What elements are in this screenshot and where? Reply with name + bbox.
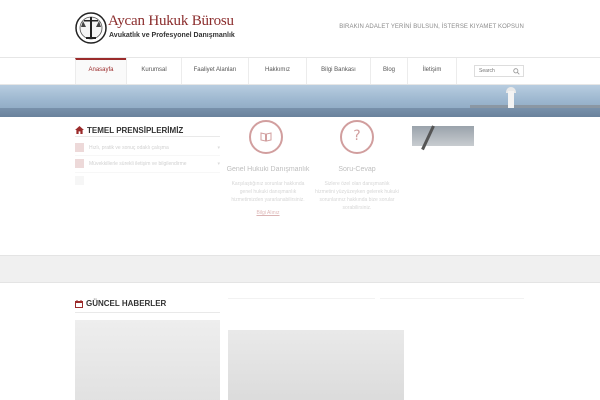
site-logo[interactable]: Aycan Hukuk Bürosu Avukatlık ve Profesyo… bbox=[75, 10, 235, 46]
news-divider bbox=[75, 312, 220, 313]
accordion-divider bbox=[75, 172, 220, 173]
nav-item-bilgi-bankasi[interactable]: Bilgi Bankası bbox=[306, 58, 370, 84]
accordion-toggle-icon bbox=[75, 159, 84, 168]
banner-water bbox=[0, 108, 600, 117]
feature-icon-circle bbox=[249, 120, 283, 154]
news-title-text: GÜNCEL HABERLER bbox=[86, 299, 167, 308]
news-column-divider bbox=[228, 298, 375, 299]
feature-title: Soru-Cevap bbox=[338, 166, 376, 173]
feature-description: Sizlere özel olan danışmanlık hizmetini … bbox=[315, 181, 399, 211]
nav-item-iletisim[interactable]: İletişim bbox=[407, 58, 457, 84]
hero-banner bbox=[0, 85, 600, 117]
home-icon bbox=[75, 126, 84, 134]
logo-title: Aycan Hukuk Bürosu bbox=[108, 13, 234, 29]
nav-item-hakkimiz[interactable]: Hakkımız bbox=[248, 58, 306, 84]
search-box bbox=[474, 65, 524, 77]
logo-subtitle: Avukatlık ve Profesyonel Danışmanlık bbox=[109, 32, 235, 39]
accordion-toggle-icon bbox=[75, 143, 84, 152]
feature-read-more-link[interactable]: Bilgi Alınız bbox=[226, 210, 310, 216]
nav-item-blog[interactable]: Blog bbox=[370, 58, 407, 84]
chevron-down-icon: ▾ bbox=[217, 161, 220, 167]
feature-description: Karşılaştığınız sorunlar hakkında genel … bbox=[231, 181, 305, 203]
accordion-item[interactable]: Hızlı, pratik ve sonuç odaklı çalışma ▾ bbox=[75, 143, 220, 153]
news-image[interactable] bbox=[228, 330, 404, 400]
main-navigation: Anasayfa Kurumsal Faaliyet Alanları Hakk… bbox=[0, 57, 600, 85]
calendar-icon bbox=[75, 300, 83, 308]
question-icon: ? bbox=[353, 128, 361, 144]
accordion-item-label: Müvekkillerle sürekli iletişim ve bilgil… bbox=[89, 161, 187, 167]
accordion-placeholder bbox=[75, 176, 84, 185]
justice-emblem-icon bbox=[75, 12, 107, 44]
news-column-divider bbox=[380, 298, 524, 299]
principles-title-text: TEMEL PRENSİPLERİMİZ bbox=[87, 126, 184, 135]
news-image[interactable] bbox=[75, 320, 220, 400]
photo-detail bbox=[421, 125, 435, 151]
feature-icon-circle: ? bbox=[340, 120, 374, 154]
chevron-down-icon: ▾ bbox=[217, 145, 220, 151]
nav-item-anasayfa[interactable]: Anasayfa bbox=[75, 58, 126, 84]
feature-title: Genel Hukuki Danışmanlık bbox=[226, 166, 310, 173]
accordion-item-label: Hızlı, pratik ve sonuç odaklı çalışma bbox=[89, 145, 169, 151]
nav-item-faaliyet-alanlari[interactable]: Faaliyet Alanları bbox=[181, 58, 248, 84]
principles-divider bbox=[75, 136, 220, 137]
sidebar-photo bbox=[412, 125, 474, 151]
section-band bbox=[0, 255, 600, 283]
search-icon[interactable] bbox=[513, 68, 520, 75]
accordion-divider bbox=[75, 155, 220, 156]
nav-item-kurumsal[interactable]: Kurumsal bbox=[126, 58, 181, 84]
site-header: Aycan Hukuk Bürosu Avukatlık ve Profesyo… bbox=[0, 0, 600, 57]
header-slogan: BIRAKIN ADALET YERİNİ BULSUN, İSTERSE KI… bbox=[339, 24, 524, 30]
book-icon bbox=[260, 132, 272, 142]
search-input[interactable] bbox=[479, 66, 511, 76]
accordion-item[interactable]: Müvekkillerle sürekli iletişim ve bilgil… bbox=[75, 159, 220, 169]
